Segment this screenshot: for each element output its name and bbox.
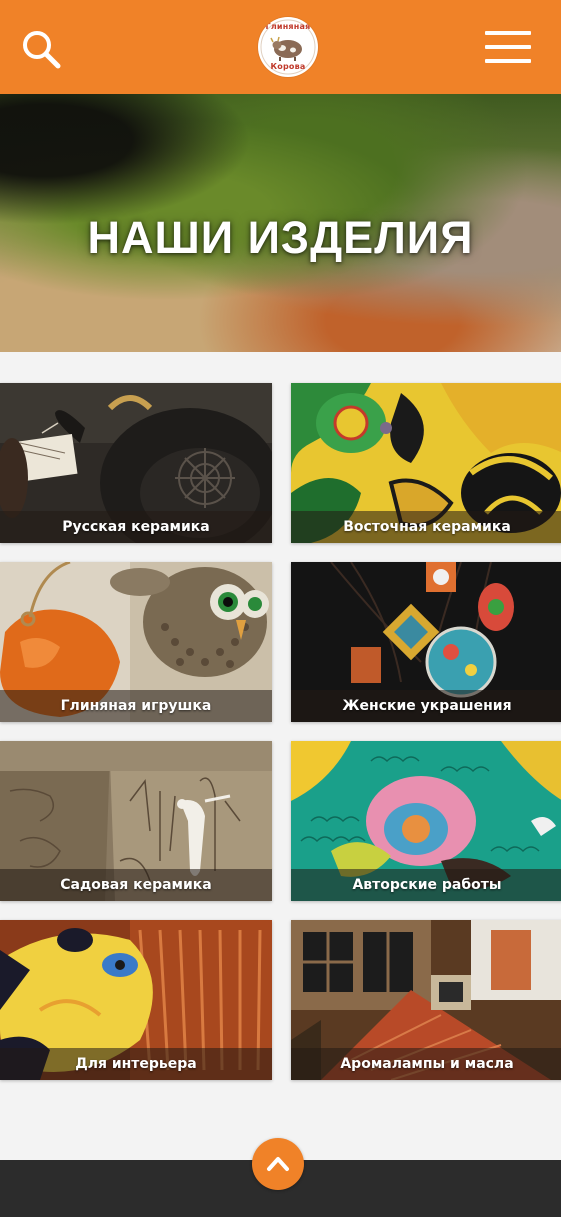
category-tile-womens-jewelry[interactable]: Женские украшения xyxy=(291,562,561,722)
hamburger-menu-icon xyxy=(485,31,531,63)
category-tile-russian-ceramics[interactable]: Русская керамика xyxy=(0,383,272,543)
category-tile-author-works[interactable]: Авторские работы xyxy=(291,741,561,901)
category-tile-oriental-ceramics[interactable]: Восточная керамика xyxy=(291,383,561,543)
scroll-to-top-button[interactable] xyxy=(252,1138,304,1190)
menu-button[interactable] xyxy=(485,31,531,63)
page-title: НАШИ ИЗДЕЛИЯ xyxy=(87,212,474,263)
hero-banner: НАШИ ИЗДЕЛИЯ xyxy=(0,94,561,352)
logo-bottom-text: Корова xyxy=(270,62,306,71)
logo-top-text: Глиняная xyxy=(265,22,311,31)
category-label: Глиняная игрушка xyxy=(0,690,272,722)
category-label: Авторские работы xyxy=(291,869,561,901)
category-tile-aroma-lamps[interactable]: Аромалампы и масла xyxy=(291,920,561,1080)
category-tile-garden-ceramics[interactable]: Садовая керамика xyxy=(0,741,272,901)
category-tile-interior[interactable]: Для интерьера xyxy=(0,920,272,1080)
category-label: Для интерьера xyxy=(0,1048,272,1080)
site-header: Глиняная Корова xyxy=(0,0,561,94)
category-label: Аромалампы и масла xyxy=(291,1048,561,1080)
category-label: Садовая керамика xyxy=(0,869,272,901)
search-icon xyxy=(23,31,61,69)
category-label: Женские украшения xyxy=(291,690,561,722)
category-tile-clay-toys[interactable]: Глиняная игрушка xyxy=(0,562,272,722)
chevron-up-icon xyxy=(267,1157,289,1171)
category-label: Восточная керамика xyxy=(291,511,561,543)
site-logo[interactable]: Глиняная Корова xyxy=(258,17,318,77)
search-button[interactable] xyxy=(20,28,62,70)
category-label: Русская керамика xyxy=(0,511,272,543)
